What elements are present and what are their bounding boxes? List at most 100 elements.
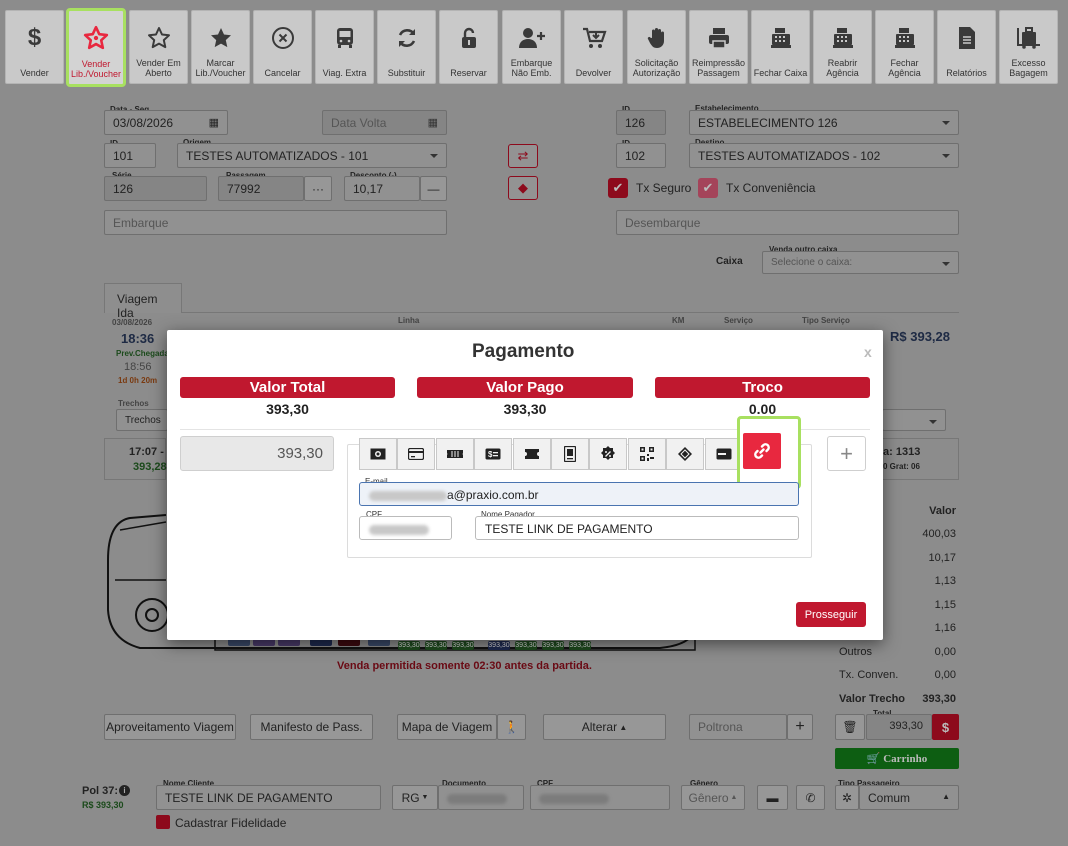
id-destino-input[interactable]: 102: [616, 143, 666, 168]
genero-select[interactable]: Gênero ▲: [681, 785, 745, 810]
cash-register-icon: [876, 23, 933, 53]
nome-cliente-input[interactable]: TESTE LINK DE PAGAMENTO: [156, 785, 381, 810]
walking-icon[interactable]: 🚶: [497, 714, 526, 740]
price-row-value: 0,00: [934, 646, 956, 658]
tx-conveniencia-checkbox[interactable]: ✔: [698, 178, 718, 198]
manifesto-button[interactable]: Manifesto de Pass.: [250, 714, 373, 740]
estabelecimento-select[interactable]: ESTABELECIMENTO 126: [689, 110, 959, 135]
trip-select[interactable]: [882, 409, 946, 431]
add-poltrona-button[interactable]: +: [787, 714, 813, 740]
troco-header: Troco: [655, 377, 870, 398]
seat[interactable]: 393,30: [542, 641, 564, 650]
reimpressao-passagem-button[interactable]: Reimpressão Passagem: [689, 10, 748, 84]
serie-input[interactable]: 126: [104, 176, 207, 201]
mapa-viagem-button[interactable]: Mapa de Viagem: [397, 714, 497, 740]
relatorios-button[interactable]: Relatórios: [937, 10, 996, 84]
trip-card-time: 17:07 -: [129, 446, 164, 458]
seat[interactable]: 393,30: [488, 641, 510, 650]
phone-icon[interactable]: ✆: [796, 785, 825, 810]
trechos-label: Trechos: [118, 399, 149, 408]
receipt-icon[interactable]: [551, 438, 589, 470]
info-icon[interactable]: i: [119, 785, 130, 796]
diamond-icon[interactable]: [666, 438, 704, 470]
poltrona-input[interactable]: Poltrona: [689, 714, 787, 740]
trechos-select[interactable]: Trechos: [116, 409, 168, 431]
id-estabelecimento-input[interactable]: 126: [616, 110, 666, 135]
seat[interactable]: 393,30: [398, 641, 420, 650]
trip-card[interactable]: [104, 438, 166, 480]
venda-outro-caixa-select[interactable]: Selecione o caixa:: [762, 251, 959, 274]
price-row-value: 1,13: [934, 575, 956, 587]
nome-pagador-input[interactable]: TESTE LINK DE PAGAMENTO: [475, 516, 799, 540]
ticket-icon[interactable]: ▬: [757, 785, 788, 810]
trip-card-price: 393,28: [133, 461, 167, 473]
vender-button[interactable]: $ Vender: [5, 10, 64, 84]
tipo-passageiro-select[interactable]: Comum ▲: [859, 785, 959, 810]
chevron-down-icon: [942, 262, 950, 266]
solicitacao-autorizacao-button[interactable]: Solicitação Autorização: [627, 10, 686, 84]
credit-card-icon[interactable]: [397, 438, 435, 470]
fidelidade-checkbox[interactable]: [156, 815, 170, 829]
seat[interactable]: 393,30: [515, 641, 537, 650]
passagem-input[interactable]: 77992: [218, 176, 304, 201]
eraser-icon[interactable]: ◆: [508, 176, 538, 200]
desconto-minus-button[interactable]: —: [420, 176, 447, 201]
sale-notice: Venda permitida somente 02:30 antes da p…: [337, 660, 592, 672]
aproveitamento-button[interactable]: Aproveitamento Viagem: [104, 714, 236, 740]
origem-select[interactable]: TESTES AUTOMATIZADOS - 101: [177, 143, 447, 168]
substituir-button[interactable]: Substituir: [377, 10, 436, 84]
cpf-pagador-input[interactable]: [359, 516, 452, 540]
tx-conveniencia-label: Tx Conveniência: [726, 181, 816, 195]
swap-icon[interactable]: ⇄: [508, 144, 538, 168]
trash-icon[interactable]: 🗑: [835, 714, 865, 740]
amount-input[interactable]: 393,30: [180, 436, 334, 471]
desembarque-input[interactable]: Desembarque: [616, 210, 959, 235]
link-icon[interactable]: [743, 433, 781, 469]
cpf-input[interactable]: [530, 785, 670, 810]
devolver-button[interactable]: Devolver: [564, 10, 623, 84]
grat-info: 0 Grat: 06: [883, 462, 920, 471]
fechar-agencia-button[interactable]: Fechar Agência: [875, 10, 934, 84]
reabrir-agencia-button[interactable]: Reabrir Agência: [813, 10, 872, 84]
voucher-icon[interactable]: [513, 438, 551, 470]
doc-type-select[interactable]: RG ▼: [392, 785, 438, 810]
documento-input[interactable]: [438, 785, 524, 810]
vender-em-aberto-button[interactable]: Vender Em Aberto: [129, 10, 188, 84]
money-card-icon[interactable]: $: [474, 438, 512, 470]
seat[interactable]: 393,30: [569, 641, 591, 650]
reservar-button[interactable]: Reservar: [439, 10, 498, 84]
data-volta-input[interactable]: Data Volta ▦: [322, 110, 447, 135]
viag-extra-button[interactable]: Viag. Extra: [315, 10, 374, 84]
discount-icon[interactable]: [589, 438, 627, 470]
desconto-input[interactable]: 10,17: [344, 176, 420, 201]
cancelar-button[interactable]: Cancelar: [253, 10, 312, 84]
excesso-bagagem-button[interactable]: Excesso Bagagem: [999, 10, 1058, 84]
col-linha: Linha: [398, 316, 420, 325]
tx-seguro-checkbox[interactable]: ✔: [608, 178, 628, 198]
embarque-nao-emb-button[interactable]: Embarque Não Emb.: [502, 10, 561, 84]
prosseguir-button[interactable]: Prosseguir: [796, 602, 866, 627]
id-origem-input[interactable]: 101: [104, 143, 156, 168]
tab-viagem-ida[interactable]: Viagem Ida: [104, 283, 182, 320]
redacted-text: [447, 793, 507, 804]
chevron-down-icon: [942, 121, 950, 125]
carrinho-button[interactable]: 🛒 Carrinho: [835, 748, 959, 769]
cash-icon[interactable]: [359, 438, 397, 470]
alterar-button[interactable]: Alterar ▲: [543, 714, 666, 740]
dollar-icon[interactable]: $: [932, 714, 959, 740]
vender-lib-voucher-button[interactable]: Vender Lib./Voucher: [66, 8, 126, 87]
col-tipo-servico: Tipo Serviço: [802, 316, 850, 325]
fechar-caixa-button[interactable]: Fechar Caixa: [751, 10, 810, 84]
seat[interactable]: 393,30: [425, 641, 447, 650]
seat[interactable]: 393,30: [452, 641, 474, 650]
data-input[interactable]: 03/08/2026 ▦: [104, 110, 228, 135]
marcar-lib-voucher-button[interactable]: Marcar Lib./Voucher: [191, 10, 250, 84]
email-input[interactable]: a@praxio.com.br: [359, 482, 799, 506]
close-icon[interactable]: x: [864, 344, 872, 360]
destino-select[interactable]: TESTES AUTOMATIZADOS - 102: [689, 143, 959, 168]
ticket-icon[interactable]: [436, 438, 474, 470]
qr-code-icon[interactable]: [628, 438, 666, 470]
embarque-input[interactable]: Embarque: [104, 210, 447, 235]
passagem-more-button[interactable]: ···: [304, 176, 332, 201]
add-payment-button[interactable]: +: [827, 436, 866, 471]
